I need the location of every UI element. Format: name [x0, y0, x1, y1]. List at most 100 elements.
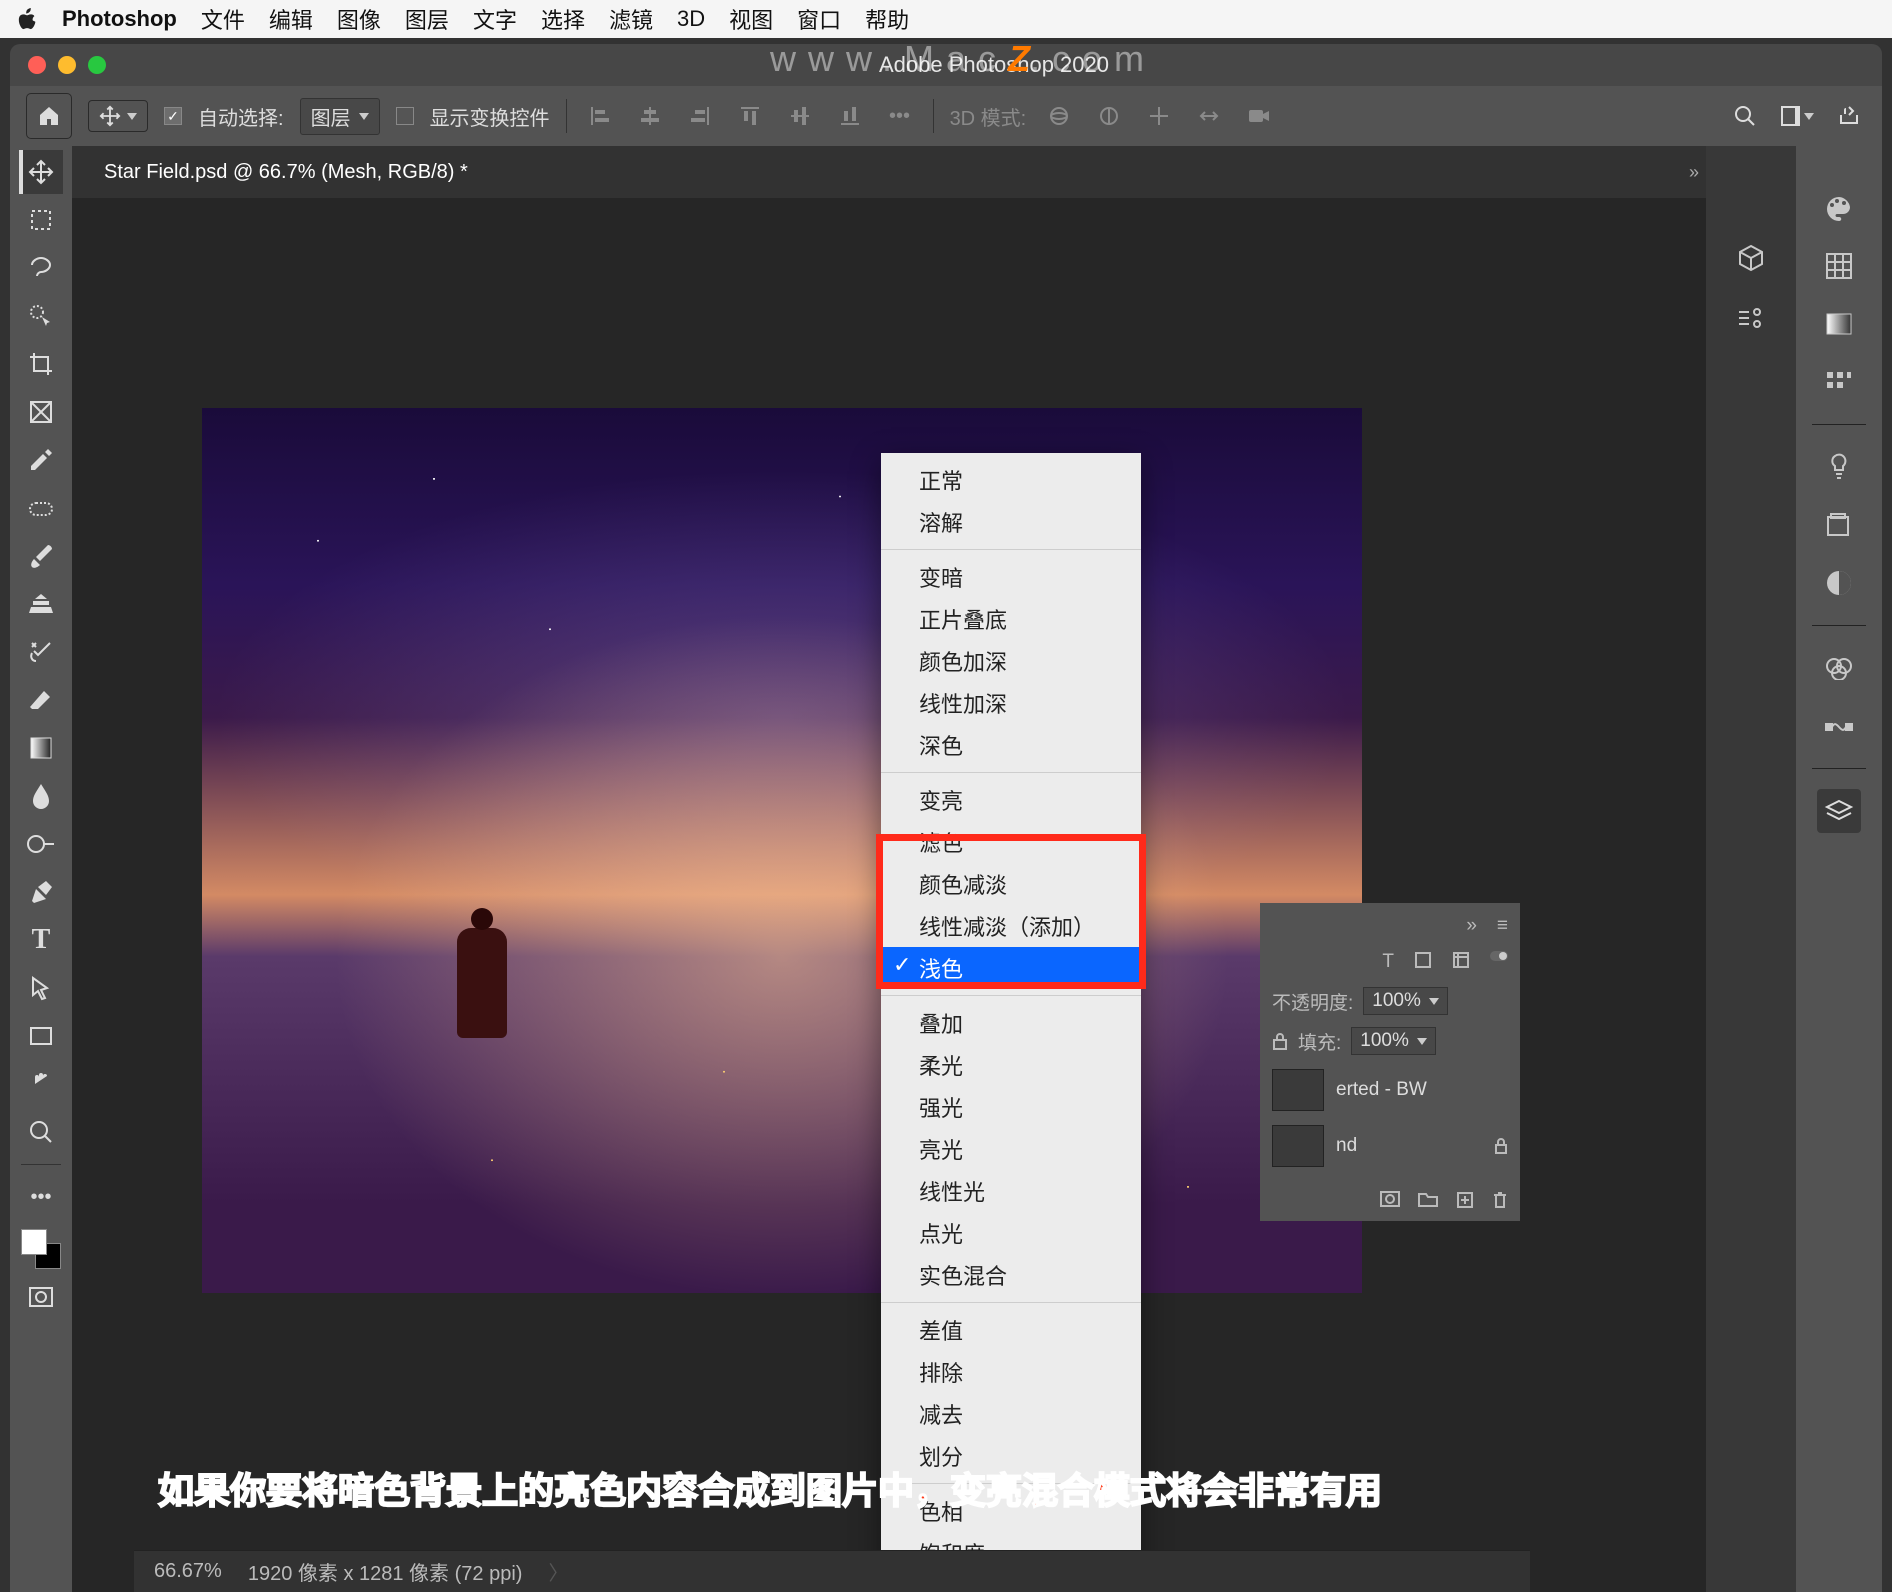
color-swatches[interactable]	[19, 1227, 63, 1271]
type-tool[interactable]: T	[19, 918, 63, 962]
delete-layer-icon[interactable]	[1492, 1191, 1508, 1209]
auto-select-target-dropdown[interactable]: 图层	[300, 98, 380, 135]
home-button[interactable]	[26, 93, 72, 139]
3d-pan-icon[interactable]	[1142, 99, 1176, 133]
blend-soft-light[interactable]: 柔光	[881, 1044, 1141, 1086]
blend-lighter-color[interactable]: 浅色	[881, 947, 1141, 989]
opacity-field[interactable]: 100%	[1363, 987, 1448, 1015]
blur-tool[interactable]	[19, 774, 63, 818]
blend-color-dodge[interactable]: 颜色减淡	[881, 863, 1141, 905]
status-caret-icon[interactable]: 〉	[548, 1557, 568, 1586]
blend-darken[interactable]: 变暗	[881, 556, 1141, 598]
more-align-icon[interactable]: •••	[883, 99, 917, 133]
share-icon[interactable]	[1832, 99, 1866, 133]
gradients-panel-icon[interactable]	[1817, 302, 1861, 346]
add-mask-icon[interactable]	[1380, 1191, 1400, 1209]
blend-linear-dodge[interactable]: 线性减淡（添加）	[881, 905, 1141, 947]
blend-darker-color[interactable]: 深色	[881, 724, 1141, 766]
document-tab[interactable]: Star Field.psd @ 66.7% (Mesh, RGB/8) *	[88, 151, 484, 194]
workspace-icon[interactable]	[1780, 99, 1814, 133]
layer-row-bg[interactable]: nd	[1272, 1125, 1508, 1167]
lasso-tool[interactable]	[19, 246, 63, 290]
new-layer-icon[interactable]	[1456, 1191, 1474, 1209]
eyedropper-tool[interactable]	[19, 438, 63, 482]
panel-flyout-icon[interactable]: »	[1682, 162, 1706, 183]
paths-panel-icon[interactable]	[1817, 704, 1861, 748]
layers-panel-icon[interactable]	[1817, 789, 1861, 833]
shape-filter-icon[interactable]	[1414, 951, 1432, 973]
blend-dissolve[interactable]: 溶解	[881, 501, 1141, 543]
blend-normal[interactable]: 正常	[881, 459, 1141, 501]
3d-roll-icon[interactable]	[1092, 99, 1126, 133]
menu-window[interactable]: 窗口	[797, 3, 841, 35]
menu-help[interactable]: 帮助	[865, 3, 909, 35]
align-top-icon[interactable]	[733, 99, 767, 133]
blend-color-burn[interactable]: 颜色加深	[881, 640, 1141, 682]
adjustments-panel-icon[interactable]	[1817, 561, 1861, 605]
pen-tool[interactable]	[19, 870, 63, 914]
properties-panel-icon[interactable]	[1729, 296, 1773, 340]
gradient-tool[interactable]	[19, 726, 63, 770]
panel-menu-icon[interactable]: ≡	[1497, 915, 1508, 937]
blend-overlay[interactable]: 叠加	[881, 1002, 1141, 1044]
auto-select-checkbox[interactable]: ✓	[164, 107, 182, 125]
hand-tool[interactable]	[19, 1062, 63, 1106]
color-panel-icon[interactable]	[1817, 186, 1861, 230]
shape-tool[interactable]	[19, 1014, 63, 1058]
blend-lighten[interactable]: 变亮	[881, 779, 1141, 821]
align-left-icon[interactable]	[583, 99, 617, 133]
history-brush-tool[interactable]	[19, 630, 63, 674]
filter-toggle[interactable]	[1490, 951, 1508, 973]
search-icon[interactable]	[1728, 99, 1762, 133]
minimize-window-button[interactable]	[58, 56, 76, 74]
align-vcenter-icon[interactable]	[783, 99, 817, 133]
doc-info[interactable]: 1920 像素 x 1281 像素 (72 ppi)	[248, 1557, 523, 1586]
frame-tool[interactable]	[19, 390, 63, 434]
align-bottom-icon[interactable]	[833, 99, 867, 133]
blend-hard-mix[interactable]: 实色混合	[881, 1254, 1141, 1296]
learn-panel-icon[interactable]	[1817, 445, 1861, 489]
layer-row[interactable]: erted - BW	[1272, 1069, 1508, 1111]
blend-linear-light[interactable]: 线性光	[881, 1170, 1141, 1212]
expand-panels-icon[interactable]: »	[1466, 915, 1477, 937]
3d-camera-icon[interactable]	[1242, 99, 1276, 133]
blend-screen[interactable]: 滤色	[881, 821, 1141, 863]
blend-subtract[interactable]: 减去	[881, 1393, 1141, 1435]
menu-type[interactable]: 文字	[473, 3, 517, 35]
app-name[interactable]: Photoshop	[62, 6, 177, 32]
smartobj-filter-icon[interactable]	[1452, 951, 1470, 973]
blend-hard-light[interactable]: 强光	[881, 1086, 1141, 1128]
menu-image[interactable]: 图像	[337, 3, 381, 35]
maximize-window-button[interactable]	[88, 56, 106, 74]
healing-tool[interactable]	[19, 486, 63, 530]
blend-multiply[interactable]: 正片叠底	[881, 598, 1141, 640]
apple-icon[interactable]	[18, 8, 38, 30]
3d-panel-icon[interactable]	[1729, 236, 1773, 280]
edit-toolbar[interactable]: •••	[19, 1175, 63, 1219]
menu-view[interactable]: 视图	[729, 3, 773, 35]
type-filter-icon[interactable]: T	[1382, 951, 1394, 973]
tool-preset-dropdown[interactable]	[88, 100, 148, 132]
brush-tool[interactable]	[19, 534, 63, 578]
blend-vivid-light[interactable]: 亮光	[881, 1128, 1141, 1170]
menu-select[interactable]: 选择	[541, 3, 585, 35]
zoom-tool[interactable]	[19, 1110, 63, 1154]
show-transform-checkbox[interactable]	[396, 107, 414, 125]
3d-slide-icon[interactable]	[1192, 99, 1226, 133]
new-group-icon[interactable]	[1418, 1191, 1438, 1209]
blend-exclusion[interactable]: 排除	[881, 1351, 1141, 1393]
menu-filter[interactable]: 滤镜	[609, 3, 653, 35]
menu-3d[interactable]: 3D	[677, 6, 705, 32]
eraser-tool[interactable]	[19, 678, 63, 722]
close-window-button[interactable]	[28, 56, 46, 74]
patterns-panel-icon[interactable]	[1817, 360, 1861, 404]
3d-orbit-icon[interactable]	[1042, 99, 1076, 133]
canvas[interactable]: 正常 溶解 变暗 正片叠底 颜色加深 线性加深 深色 变亮 滤色 颜色减淡	[72, 198, 1706, 1592]
swatches-panel-icon[interactable]	[1817, 244, 1861, 288]
blend-difference[interactable]: 差值	[881, 1309, 1141, 1351]
menu-file[interactable]: 文件	[201, 3, 245, 35]
libraries-panel-icon[interactable]	[1817, 503, 1861, 547]
clone-stamp-tool[interactable]	[19, 582, 63, 626]
path-select-tool[interactable]	[19, 966, 63, 1010]
lock-icon[interactable]	[1272, 1032, 1288, 1050]
